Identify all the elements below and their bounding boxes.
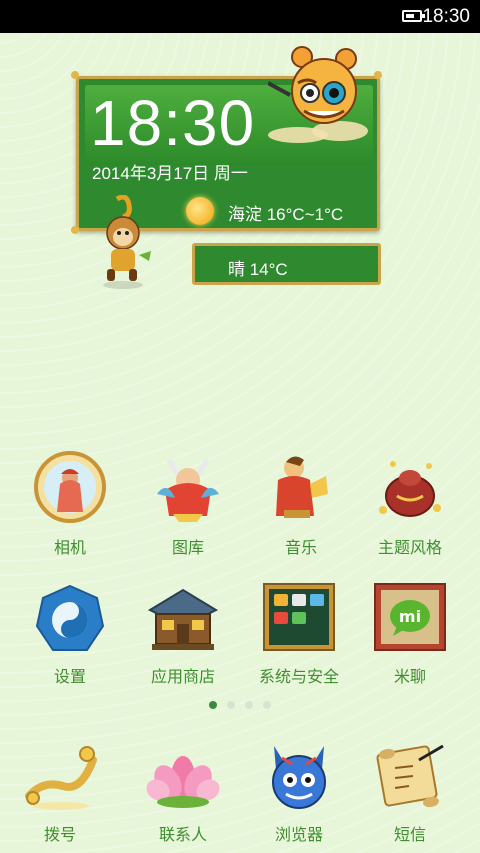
miliao-icon[interactable]: mi: [373, 582, 447, 656]
camera-icon[interactable]: [33, 450, 107, 524]
page-dot[interactable]: [227, 701, 235, 709]
browser-icon[interactable]: [262, 740, 336, 814]
contacts-icon[interactable]: [146, 740, 220, 814]
app-label-gallery: 图库: [171, 538, 204, 557]
clock-time: 18:30: [90, 87, 256, 159]
page-dot[interactable]: [263, 701, 271, 709]
settings-icon[interactable]: [33, 582, 107, 656]
status-time: 18:30: [422, 6, 470, 27]
status-bar: 18:30: [0, 0, 480, 33]
app-store-icon[interactable]: [146, 582, 220, 656]
security-icon[interactable]: [262, 582, 336, 656]
page-dot[interactable]: [245, 701, 253, 709]
app-label-messages: 短信: [393, 825, 426, 844]
phone-icon[interactable]: [23, 740, 97, 814]
weather-condition-temp: 晴 14°C: [228, 260, 288, 279]
tiger-mascot-icon: [268, 46, 368, 143]
monkey-mascot-icon: [103, 195, 151, 289]
app-label-security: 系统与安全: [258, 667, 339, 686]
frame-corner: [71, 226, 79, 234]
app-label-settings: 设置: [53, 667, 86, 686]
app-label-contacts: 联系人: [158, 825, 207, 844]
messages-icon[interactable]: [373, 740, 447, 814]
frame-corner: [374, 71, 382, 79]
music-icon[interactable]: [264, 450, 338, 524]
page-indicator[interactable]: [209, 701, 273, 711]
app-label-phone: 拨号: [43, 825, 76, 844]
app-label-camera: 相机: [53, 538, 86, 557]
app-label-app-store: 应用商店: [150, 667, 215, 686]
frame-corner: [71, 71, 79, 79]
page-dot-active[interactable]: [209, 701, 217, 709]
weather-location-temp: 海淀 16°C~1°C: [228, 205, 344, 224]
svg-text:mi: mi: [399, 607, 421, 626]
app-label-miliao: 米聊: [393, 667, 426, 686]
gallery-icon[interactable]: [151, 450, 225, 524]
clock-date: 2014年3月17日 周一: [92, 164, 248, 183]
app-label-browser: 浏览器: [274, 825, 323, 844]
themes-icon[interactable]: [373, 450, 447, 524]
app-label-themes: 主题风格: [377, 538, 442, 557]
sun-icon: [186, 197, 214, 225]
battery-icon: [402, 10, 425, 22]
app-label-music: 音乐: [284, 538, 317, 557]
